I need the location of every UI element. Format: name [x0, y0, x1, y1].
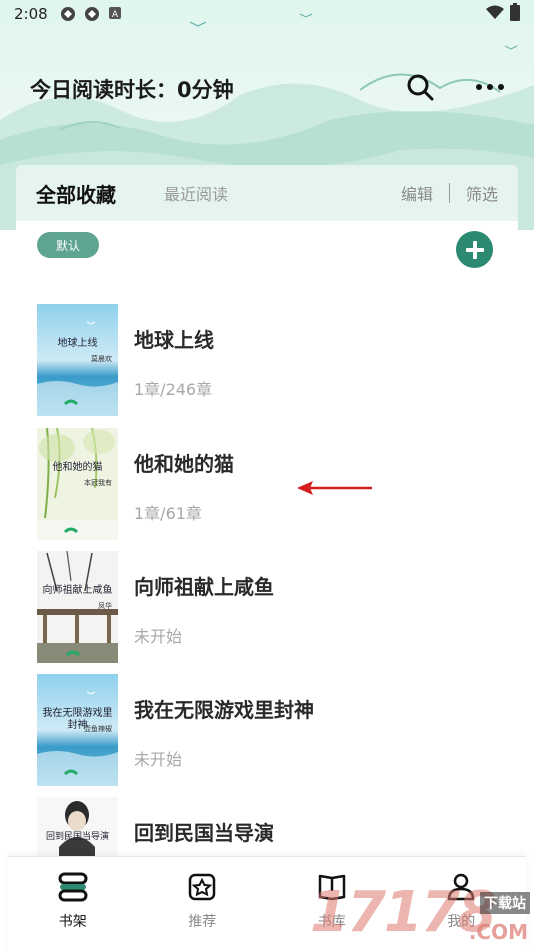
nav-recommend[interactable]: 推荐: [138, 857, 268, 950]
nav-bookshelf[interactable]: 书架: [8, 857, 138, 950]
nav-label: 书架: [58, 914, 87, 930]
cover-author: 本冠我有: [84, 479, 112, 487]
cover-author: 凤华: [98, 602, 112, 610]
book-item[interactable]: 回到民国当导演 回到民国当导演: [37, 797, 497, 861]
battery-icon: [510, 3, 520, 25]
filter-button[interactable]: 筛选: [466, 181, 498, 205]
cover-title: 他和她的猫: [52, 462, 103, 473]
book-cover: 回到民国当导演: [37, 797, 118, 861]
nav-label: 书库: [317, 914, 346, 930]
text-a-icon: A: [108, 6, 124, 22]
book-title: 他和她的猫: [134, 452, 234, 476]
tab-all-favorites[interactable]: 全部收藏: [36, 179, 116, 208]
book-cover: 我在无限游戏里封神 壶鱼辣椒: [37, 674, 118, 786]
wifi-icon: [486, 5, 504, 23]
cover-title: 回到民国当导演: [45, 832, 109, 842]
status-time: 2:08: [14, 5, 48, 23]
nav-label: 推荐: [188, 914, 217, 930]
book-title: 向师祖献上咸鱼: [134, 575, 274, 599]
tab-recent-reading[interactable]: 最近阅读: [164, 181, 228, 205]
book-progress: 未开始: [134, 627, 183, 646]
book-title: 我在无限游戏里封神: [134, 698, 314, 722]
book-item[interactable]: 地球上线 莫晨欢 地球上线 1章/246章: [37, 304, 497, 416]
nav-library[interactable]: 书库: [267, 857, 397, 950]
cover-title: 向师祖献上咸鱼: [42, 585, 113, 596]
book-progress: 1章/61章: [134, 504, 202, 523]
book-cover: 地球上线 莫晨欢: [37, 304, 118, 416]
cover-title: 地球上线: [57, 338, 98, 349]
add-book-button[interactable]: [456, 231, 493, 268]
edit-button[interactable]: 编辑: [401, 181, 433, 205]
add-icon: [465, 240, 484, 259]
recommend-icon: [184, 869, 220, 905]
app-icon: [60, 6, 76, 22]
book-progress: 未开始: [134, 750, 183, 769]
nav-label: 我的: [447, 914, 476, 930]
more-icon: [476, 84, 504, 90]
reading-time-label: 今日阅读时长：0分钟: [30, 78, 234, 102]
book-title: 地球上线: [134, 328, 214, 352]
more-button[interactable]: [473, 70, 507, 104]
book-item[interactable]: 他和她的猫 本冠我有 他和她的猫 1章/61章: [37, 428, 497, 540]
annotation-arrow: [297, 481, 372, 495]
book-title: 回到民国当导演: [134, 821, 274, 845]
shelf-tabs: 全部收藏 最近阅读 编辑 筛选: [16, 165, 518, 221]
group-pill[interactable]: 默认: [37, 232, 99, 258]
app-icon: [84, 6, 100, 22]
cover-author: 莫晨欢: [91, 355, 112, 363]
status-bar: 2:08 A: [0, 0, 534, 28]
bottom-navigation: 书架 推荐 书库 我的: [8, 856, 526, 950]
tab-actions: 编辑 筛选: [401, 181, 498, 205]
book-item[interactable]: 向师祖献上咸鱼 凤华 向师祖献上咸鱼 未开始: [37, 551, 497, 663]
nav-profile[interactable]: 我的: [397, 857, 527, 950]
bookshelf-list: 默认 地球上线 莫晨欢 地球上线 1章/246章 他和她的猫 本冠我有 他和她的…: [16, 221, 518, 861]
search-button[interactable]: [403, 70, 437, 104]
profile-icon: [443, 869, 479, 905]
book-cover: 他和她的猫 本冠我有: [37, 428, 118, 540]
cover-author: 壶鱼辣椒: [84, 725, 112, 733]
divider: [448, 183, 450, 203]
bookshelf-icon: [55, 869, 91, 905]
search-icon: [407, 74, 434, 101]
book-item[interactable]: 我在无限游戏里封神 壶鱼辣椒 我在无限游戏里封神 未开始: [37, 674, 497, 786]
svg-text:A: A: [112, 10, 119, 20]
library-icon: [314, 869, 350, 905]
book-cover: 向师祖献上咸鱼 凤华: [37, 551, 118, 663]
book-progress: 1章/246章: [134, 380, 213, 399]
